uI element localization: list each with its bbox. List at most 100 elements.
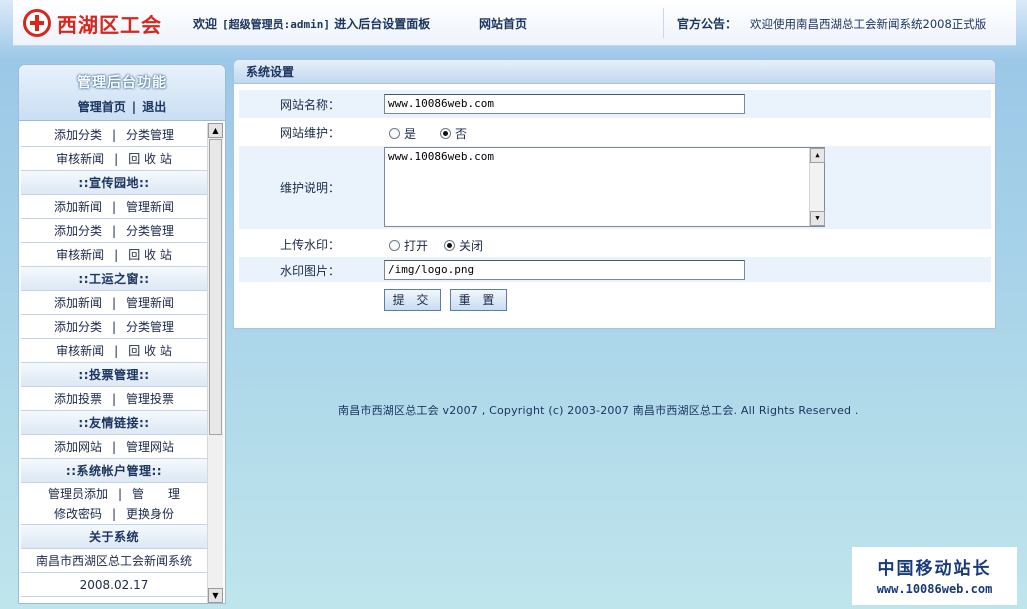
welcome-prefix: 欢迎 <box>193 17 218 31</box>
menu-item-manage-site[interactable]: 管理网站 <box>126 440 174 454</box>
topbar-divider <box>663 8 664 38</box>
watermark-off-label: 关闭 <box>459 239 484 253</box>
menu-item-recycle-bin[interactable]: 回 收 站 <box>128 248 172 262</box>
settings-panel: 系统设置 网站名称： www.10086web.com 网站维护： 是 否 维护… <box>233 59 996 329</box>
welcome-admin-role: [超级管理员:admin] <box>222 18 330 31</box>
form-row-watermark-image: 水印图片： /img/logo.png <box>239 257 991 283</box>
link-separator: | <box>131 100 137 114</box>
menu-row: 审核新闻 | 回 收 站 <box>21 243 207 267</box>
watermark-image-label: 水印图片： <box>279 264 340 278</box>
menu-row: 管理员添加 | 管 理 修改密码 | 更换身份 <box>21 483 207 525</box>
scroll-up-arrow-icon[interactable]: ▲ <box>208 123 223 138</box>
menu-item-recycle-bin[interactable]: 回 收 站 <box>128 152 172 166</box>
menu-row: 添加网站 | 管理网站 <box>21 435 207 459</box>
menu-row: 添加新闻 | 管理新闻 <box>21 195 207 219</box>
menu-section-voting: ::投票管理:: <box>21 363 207 387</box>
menu-item-manage-news[interactable]: 管理新闻 <box>126 296 174 310</box>
sidebar-header: 管理后台功能 管理首页 | 退出 <box>19 65 225 121</box>
menu-item-manage-category[interactable]: 分类管理 <box>126 224 174 238</box>
footer-divider <box>322 390 908 391</box>
about-system-date: 2008.02.17 <box>21 573 207 597</box>
watermark-badge: 中国移动站长 www.10086web.com <box>852 547 1017 605</box>
menu-item-review-news[interactable]: 审核新闻 <box>56 248 104 262</box>
logout-link[interactable]: 退出 <box>142 100 166 114</box>
menu-item-switch-identity[interactable]: 更换身份 <box>126 507 174 521</box>
scroll-down-arrow-icon[interactable]: ▼ <box>208 588 223 603</box>
menu-item-manage-admin[interactable]: 管 理 <box>132 487 180 501</box>
sidebar-title: 管理后台功能 <box>77 75 167 91</box>
menu-item-review-news[interactable]: 审核新闻 <box>56 152 104 166</box>
site-home-link[interactable]: 网站首页 <box>479 15 527 32</box>
menu-item-recycle-bin[interactable]: 回 收 站 <box>128 344 172 358</box>
site-logo[interactable]: 西湖区工会 <box>23 8 162 38</box>
menu-item-add-admin[interactable]: 管理员添加 <box>48 487 108 501</box>
menu-item-add-news[interactable]: 添加新闻 <box>54 296 102 310</box>
menu-row: 添加分类 | 分类管理 <box>21 219 207 243</box>
scroll-down-arrow-icon[interactable]: ▼ <box>810 211 825 226</box>
form-row-watermark-upload: 上传水印： 打开 关闭 <box>239 230 991 257</box>
textarea-scrollbar[interactable]: ▲ ▼ <box>809 148 825 226</box>
menu-item-add-news[interactable]: 添加新闻 <box>54 200 102 214</box>
panel-title: 系统设置 <box>234 60 995 84</box>
maintenance-no-radio[interactable] <box>440 128 452 139</box>
watermark-off-radio[interactable] <box>444 240 456 251</box>
watermark-url: www.10086web.com <box>876 582 993 596</box>
menu-item-manage-category[interactable]: 分类管理 <box>126 128 174 142</box>
scroll-up-arrow-icon[interactable]: ▲ <box>810 148 825 163</box>
reset-button[interactable]: 重 置 <box>450 289 507 311</box>
menu-item-add-site[interactable]: 添加网站 <box>54 440 102 454</box>
watermark-on-label: 打开 <box>404 239 429 253</box>
sidebar-scrollbar[interactable]: ▲ ▼ <box>207 123 223 603</box>
settings-form: 网站名称： www.10086web.com 网站维护： 是 否 维护说明： w… <box>239 90 991 317</box>
menu-separator: | <box>114 248 119 262</box>
about-system-name: 南昌市西湖区总工会新闻系统 <box>21 549 207 573</box>
menu-item-add-category[interactable]: 添加分类 <box>54 320 102 334</box>
announcement-text: 欢迎使用南昌西湖总工会新闻系统2008正式版 <box>750 17 987 31</box>
menu-item-manage-category[interactable]: 分类管理 <box>126 320 174 334</box>
menu-separator: | <box>111 200 117 214</box>
submit-button[interactable]: 提 交 <box>384 289 441 311</box>
top-bar: 西湖区工会 欢迎 [超级管理员:admin] 进入后台设置面板 网站首页 官方公告… <box>13 0 1016 46</box>
watermark-radio-group: 打开 关闭 <box>389 237 483 254</box>
menu-row: 添加分类 | 分类管理 <box>21 315 207 339</box>
watermark-title: 中国移动站长 <box>877 559 992 579</box>
menu-separator: | <box>111 507 117 521</box>
menu-item-add-vote[interactable]: 添加投票 <box>54 392 102 406</box>
watermark-on-radio[interactable] <box>389 240 400 251</box>
maintenance-note-textarea[interactable]: www.10086web.com ▲ ▼ <box>384 147 825 227</box>
form-row-maintenance-note: 维护说明： www.10086web.com ▲ ▼ <box>239 146 991 230</box>
menu-item-add-category[interactable]: 添加分类 <box>54 128 102 142</box>
menu-item-review-news[interactable]: 审核新闻 <box>56 344 104 358</box>
form-row-maintenance: 网站维护： 是 否 <box>239 119 991 146</box>
menu-item-manage-news[interactable]: 管理新闻 <box>126 200 174 214</box>
menu-item-change-password[interactable]: 修改密码 <box>54 507 102 521</box>
menu-item-add-category[interactable]: 添加分类 <box>54 224 102 238</box>
menu-section-accounts: ::系统帐户管理:: <box>21 459 207 483</box>
menu-row: 审核新闻 | 回 收 站 <box>21 339 207 363</box>
logo-text: 西湖区工会 <box>57 12 162 37</box>
menu-section-about: 关于系统 <box>21 525 207 549</box>
menu-separator: | <box>114 344 119 358</box>
menu-separator: | <box>117 487 123 501</box>
form-row-site-name: 网站名称： www.10086web.com <box>239 90 991 119</box>
menu-separator: | <box>114 152 119 166</box>
menu-row: 添加新闻 | 管理新闻 <box>21 291 207 315</box>
site-name-input[interactable]: www.10086web.com <box>384 94 745 114</box>
watermark-image-input[interactable]: /img/logo.png <box>384 260 745 280</box>
menu-separator: | <box>111 296 117 310</box>
menu-separator: | <box>111 440 117 454</box>
sidebar-menu: 添加分类 | 分类管理 审核新闻 | 回 收 站 ::宣传园地:: 添加新闻 | 管理新闻 … <box>21 123 207 603</box>
maintenance-yes-radio[interactable] <box>389 128 400 139</box>
site-name-label: 网站名称： <box>279 98 340 112</box>
menu-section-publicity: ::宣传园地:: <box>21 171 207 195</box>
sidebar-quick-links: 管理首页 | 退出 <box>19 98 225 115</box>
menu-section-labor-window: ::工运之窗:: <box>21 267 207 291</box>
menu-separator: | <box>111 128 117 142</box>
menu-separator: | <box>111 392 117 406</box>
menu-item-manage-vote[interactable]: 管理投票 <box>126 392 174 406</box>
footer-copyright: 南昌市西湖区总工会 v2007 , Copyright (c) 2003-200… <box>338 404 859 417</box>
maintenance-note-label: 维护说明： <box>279 181 340 195</box>
maintenance-yes-label: 是 <box>404 127 417 141</box>
admin-home-link[interactable]: 管理首页 <box>78 100 126 114</box>
scrollbar-thumb[interactable] <box>209 139 222 435</box>
